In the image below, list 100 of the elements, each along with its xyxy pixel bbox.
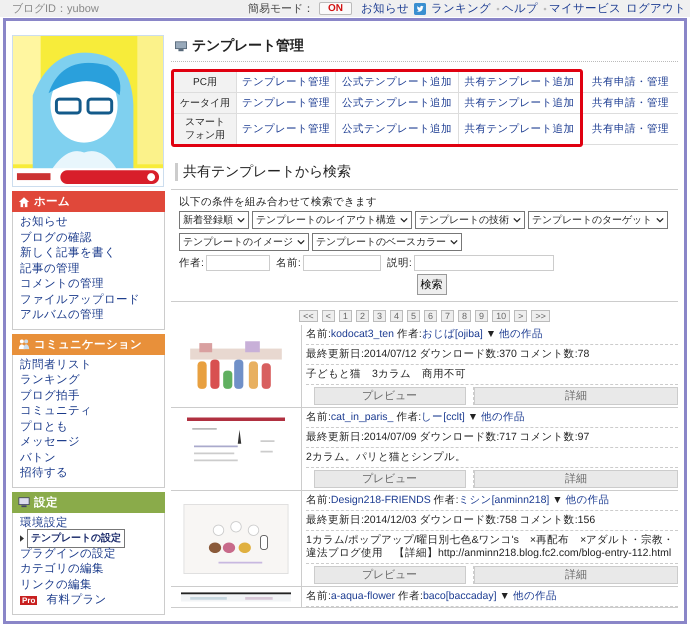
preview-button[interactable]: プレビュー [314, 470, 466, 488]
sidebar-link[interactable]: 環境設定 [20, 516, 68, 531]
manage-link[interactable]: 公式テンプレート追加 [342, 76, 452, 88]
other-works-link[interactable]: 他の作品 [512, 590, 557, 602]
field-label: 説明: [386, 256, 412, 270]
detail-button[interactable]: 詳細 [474, 387, 678, 405]
input-field[interactable] [302, 255, 381, 271]
filter-dropdown[interactable]: テンプレートのベースカラー [312, 233, 462, 251]
detail-button[interactable]: 詳細 [474, 566, 678, 584]
manage-link[interactable]: 共有テンプレート追加 [464, 76, 574, 88]
page-button[interactable]: 6 [424, 310, 438, 322]
template-name-link[interactable]: kodocat3_ten [330, 328, 394, 340]
search-description: 以下の条件を組み合わせて検索できます [179, 195, 378, 209]
top-link[interactable]: ヘルプ [502, 1, 538, 16]
page-button[interactable]: 3 [372, 310, 386, 322]
template-stats: 最終更新日:2014/12/03 ダウンロード数:758 コメント数:156 [306, 514, 596, 526]
detail-button[interactable]: 詳細 [474, 470, 678, 488]
other-works-link[interactable]: 他の作品 [566, 494, 610, 506]
easy-mode-toggle[interactable]: ON [319, 2, 352, 15]
template-name-link[interactable]: cat_in_paris_ [330, 411, 394, 423]
author-link[interactable]: おじば[ojiba] [422, 328, 483, 340]
filter-dropdown[interactable]: テンプレートのイメージ [179, 233, 309, 251]
top-link[interactable]: お知らせ [361, 1, 409, 16]
filter-dropdown[interactable]: テンプレートの技術 [415, 211, 525, 229]
manage-link[interactable]: 公式テンプレート追加 [342, 123, 452, 135]
sidebar-link[interactable]: テンプレートの設定 [27, 529, 125, 548]
manage-link[interactable]: テンプレート管理 [242, 76, 330, 88]
page-button[interactable]: 4 [390, 310, 403, 322]
page-button[interactable]: >> [531, 310, 550, 322]
blog-id: ブログID：yubow [12, 2, 99, 16]
top-link[interactable]: ランキング [431, 1, 491, 16]
sidebar-link[interactable]: コミュニティ [20, 404, 92, 420]
top-link[interactable]: ログアウト [626, 1, 686, 16]
input-field[interactable] [206, 255, 270, 271]
other-works-link[interactable]: 他の作品 [481, 411, 526, 423]
sidebar-link[interactable]: ブログ拍手 [20, 388, 80, 404]
sidebar-link[interactable]: 新しく記事を書く [20, 246, 116, 262]
share-manage-link[interactable]: 共有申請・管理 [592, 97, 669, 109]
template-name-link[interactable]: Design218-FRIENDS [330, 494, 431, 506]
filter-dropdown[interactable]: テンプレートのターゲット [528, 211, 668, 229]
sidebar-link[interactable]: メッセージ [20, 435, 80, 450]
filter-dropdown[interactable]: テンプレートのレイアウト構造 [252, 211, 412, 229]
manage-link[interactable]: テンプレート管理 [242, 97, 330, 109]
top-link[interactable]: マイサービス [549, 1, 621, 16]
sidebar-link[interactable]: 招待する [20, 466, 68, 482]
template-meta: 名前:a-aqua-flower 作者:baco[baccaday] ▼ 他の作品 [306, 590, 557, 602]
author-link[interactable]: baco[baccaday] [422, 590, 497, 602]
template-name-link[interactable]: a-aqua-flower [330, 590, 396, 602]
device-label: ケータイ用 [179, 96, 231, 110]
pro-badge: Pro [20, 596, 38, 606]
manage-link[interactable]: 共有テンプレート追加 [464, 97, 574, 109]
page-button[interactable]: 7 [441, 310, 454, 322]
section-title: コミュニケーション [34, 338, 142, 352]
page-button[interactable]: 5 [406, 310, 420, 322]
author-link[interactable]: しー[cclt] [421, 411, 465, 423]
share-manage-link[interactable]: 共有申請・管理 [592, 76, 669, 88]
sidebar-link[interactable]: 記事の管理 [20, 262, 80, 277]
page-button[interactable]: 8 [458, 310, 472, 322]
house-icon [18, 196, 30, 208]
template-description: 子どもと猫 3カラム 商用不可 [306, 368, 466, 380]
sidebar-link[interactable]: アルバムの管理 [20, 308, 104, 324]
page-button[interactable]: 9 [475, 310, 488, 322]
manage-link[interactable]: 公式テンプレート追加 [342, 97, 452, 109]
sidebar-link[interactable]: ファイルアップロード [20, 292, 140, 308]
sidebar-link[interactable]: リンクの編集 [20, 578, 92, 593]
search-title: 共有テンプレートから検索 [175, 163, 678, 181]
monitor-icon [18, 496, 30, 508]
template-stats: 最終更新日:2014/07/12 ダウンロード数:370 コメント数:78 [306, 348, 590, 360]
easy-mode-label: 簡易モード： [248, 2, 314, 16]
author-link[interactable]: ミシン[anminn218] [458, 494, 550, 506]
sidebar-link[interactable]: バトン [20, 450, 56, 466]
sidebar-link[interactable]: 有料プラン [46, 593, 106, 608]
monitor-icon [175, 40, 187, 52]
preview-button[interactable]: プレビュー [314, 566, 466, 584]
sidebar-link[interactable]: コメントの管理 [20, 277, 104, 292]
page-button[interactable]: 1 [338, 310, 352, 322]
bird-icon[interactable] [414, 2, 426, 14]
preview-button[interactable]: プレビュー [314, 387, 466, 405]
input-field[interactable] [414, 255, 554, 271]
other-works-link[interactable]: 他の作品 [499, 328, 544, 340]
sidebar-link[interactable]: プロとも [20, 420, 68, 435]
manage-link[interactable]: テンプレート管理 [242, 123, 330, 135]
sidebar-link[interactable]: ランキング [20, 373, 80, 388]
page-button[interactable]: > [514, 310, 528, 322]
sidebar-link[interactable]: 訪問者リスト [20, 358, 92, 373]
sidebar-link[interactable]: プラグインの設定 [20, 546, 116, 562]
section-title: ホーム [34, 195, 70, 209]
filter-dropdown[interactable]: 新着登録順 [179, 211, 249, 229]
sidebar-link[interactable]: お知らせ [20, 215, 68, 230]
page-button[interactable]: 2 [356, 310, 369, 322]
sidebar-link[interactable]: カテゴリの編集 [20, 562, 104, 578]
share-manage-link[interactable]: 共有申請・管理 [592, 123, 669, 135]
page-button[interactable]: < [322, 310, 335, 322]
manage-link[interactable]: 共有テンプレート追加 [464, 123, 574, 135]
search-button[interactable]: 検索 [416, 274, 446, 295]
field-label: 作者: [179, 256, 204, 270]
template-meta: 名前:cat_in_paris_ 作者:しー[cclt] ▼ 他の作品 [306, 411, 526, 423]
sidebar-link[interactable]: ブログの確認 [20, 230, 92, 246]
page-button[interactable]: << [299, 310, 318, 322]
page-button[interactable]: 10 [492, 310, 510, 322]
